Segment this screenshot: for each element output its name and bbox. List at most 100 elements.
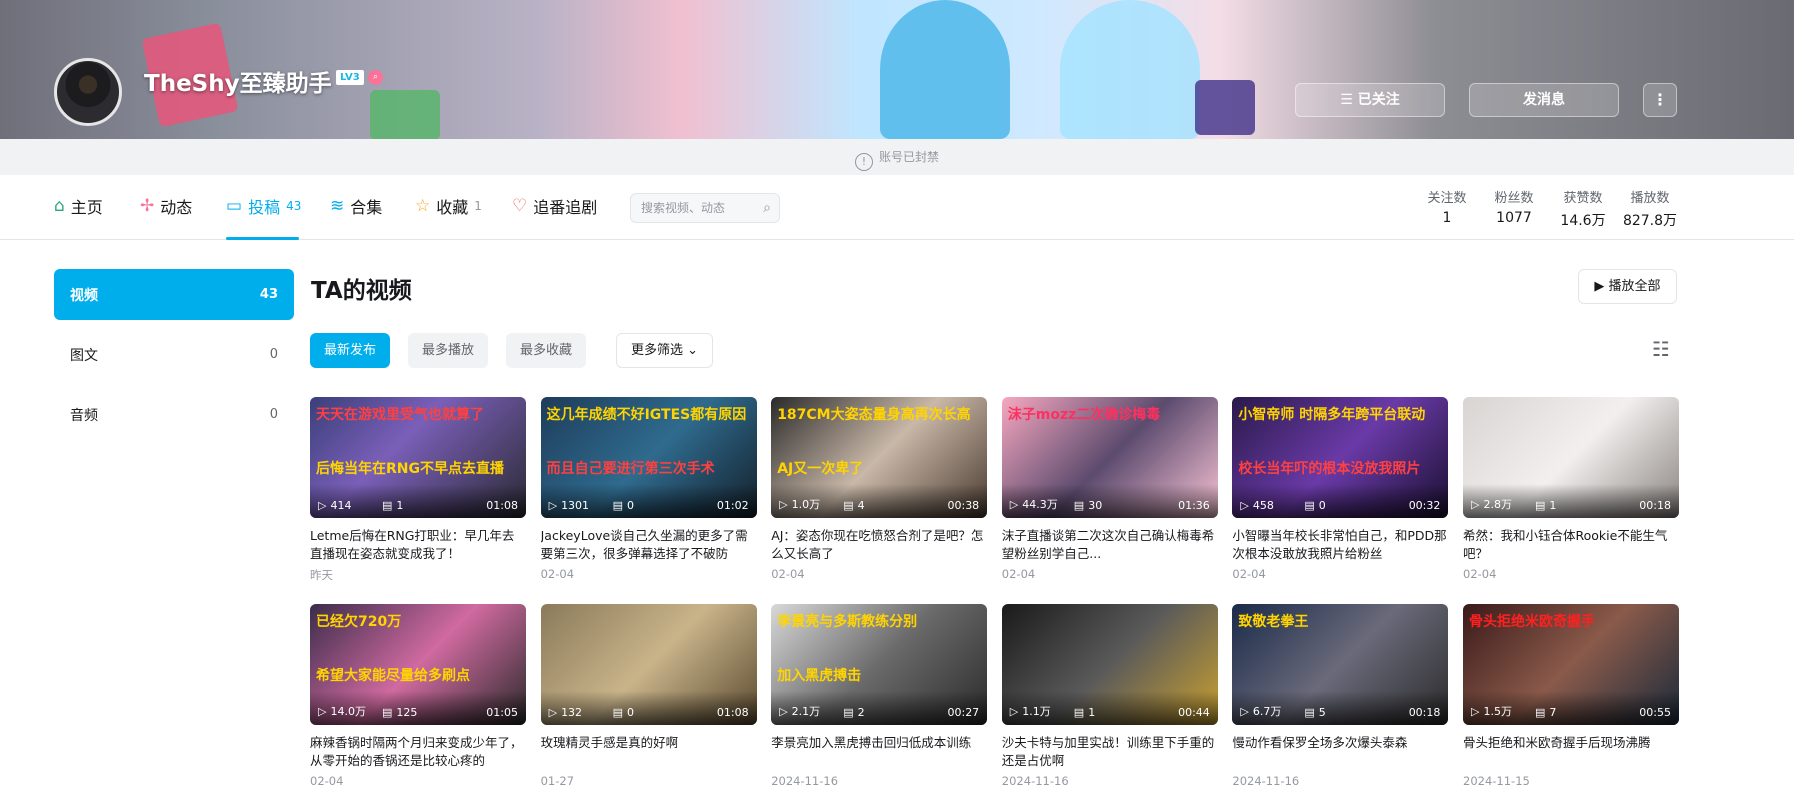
search-icon[interactable]: ⌕: [763, 194, 771, 222]
tab-favorites[interactable]: ☆ 收藏 1: [415, 195, 482, 217]
stat-following[interactable]: 关注数 1: [1424, 187, 1470, 226]
danmaku-count: ▤ 30: [1074, 499, 1102, 512]
search-input[interactable]: 搜索视频、动态 ⌕: [630, 193, 780, 223]
video-thumbnail[interactable]: 沫子mozz二次确诊梅毒 ▷ 44.3万 ▤ 30 01:36: [1001, 397, 1218, 518]
danmaku-count-value: 1: [396, 499, 404, 512]
duration: 00:55: [1639, 706, 1671, 719]
filter-most-played[interactable]: 最多播放: [408, 333, 489, 368]
danmaku-icon: ▤: [1073, 706, 1085, 719]
danmaku-icon: ▤: [1073, 499, 1085, 512]
play-count: ▷ 44.3万: [1010, 496, 1058, 512]
video-thumbnail[interactable]: ▷ 132 ▤ 0 01:08: [540, 604, 757, 725]
video-title[interactable]: 小智曝当年校长非常怕自己，和PDD那次根本没敢放我照片给粉丝: [1232, 527, 1448, 563]
content-type-sidebar: 视频 43 图文 0 音频 0: [54, 269, 294, 449]
video-title[interactable]: 麻辣香锅时隔两个月归来变成少年了，从零开始的香锅还是比较心疼的: [310, 734, 526, 770]
more-filters-dropdown[interactable]: 更多筛选 ⌄: [616, 333, 714, 368]
tab-collections[interactable]: ≋ 合集: [330, 195, 382, 217]
duration: 01:02: [716, 499, 749, 512]
avatar[interactable]: [54, 58, 122, 126]
video-title[interactable]: AJ：姿态你现在吃愤怒合剂了是吧？怎么又长高了: [771, 527, 987, 563]
video-title[interactable]: 玫瑰精灵手感是真的好啊: [541, 734, 757, 770]
video-thumbnail[interactable]: 李景亮与多斯教练分别 加入黑虎搏击 ▷ 2.1万 ▤ 2 00:27: [771, 604, 988, 725]
duration: 01:05: [486, 706, 518, 719]
profile-nav: ⌂ 主页 ✢ 动态 ▭ 投稿 43 ≋ 合集 ☆ 收藏 1 ♡ 追番追剧 搜索视…: [0, 175, 1794, 240]
video-title[interactable]: 李景亮加入黑虎搏击回归低成本训练: [771, 734, 987, 770]
anime-character-art: [1060, 0, 1200, 139]
danmaku-icon: ▤: [382, 499, 393, 512]
video-card[interactable]: 沫子mozz二次确诊梅毒 ▷ 44.3万 ▤ 30 01:36 沫子直播谈第二次这次…: [1001, 397, 1218, 581]
play-all-button[interactable]: ▶ 播放全部: [1578, 269, 1677, 304]
video-title[interactable]: JackeyLove谈自己久坐漏的更多了需要第三次，很多弹幕选择了不破防: [541, 527, 757, 563]
stat-value: 827.8万: [1622, 213, 1678, 229]
video-title[interactable]: 骨头拒绝和米欧奇握手后现场沸腾: [1463, 734, 1679, 770]
sidebar-item-article[interactable]: 图文 0: [54, 329, 294, 380]
thumbnail-caption: 沫子mozz二次确诊梅毒: [1007, 407, 1161, 423]
danmaku-count: ▤ 125: [382, 706, 417, 719]
video-date: 02-04: [540, 567, 575, 581]
video-card[interactable]: 致敬老拳王 ▷ 6.7万 ▤ 5 00:18 慢动作看保罗全场多次爆头泰森 2024…: [1232, 604, 1449, 788]
filter-latest[interactable]: 最新发布: [310, 333, 391, 368]
video-card[interactable]: ▷ 1.1万 ▤ 1 00:44 沙夫卡特与加里实战！训练里下手重的还是占优啊 20…: [1001, 604, 1218, 788]
video-title[interactable]: 沙夫卡特与加里实战！训练里下手重的还是占优啊: [1002, 734, 1218, 770]
stat-likes: 获赞数 14.6万: [1560, 187, 1606, 230]
video-thumbnail[interactable]: 天天在游戏里受气也就算了 后悔当年在RNG不早点去直播 ▷ 414 ▤ 1 01:0…: [310, 397, 526, 518]
video-thumbnail[interactable]: 187CM大姿态量身高再次长高 AJ又一次卑了 ▷ 1.0万 ▤ 4 00:38: [771, 397, 988, 518]
video-title[interactable]: 慢动作看保罗全场多次爆头泰森: [1232, 734, 1448, 770]
video-date: 2024-11-16: [771, 774, 839, 788]
video-thumbnail[interactable]: 致敬老拳王 ▷ 6.7万 ▤ 5 00:18: [1232, 604, 1449, 725]
video-card[interactable]: ▷ 2.8万 ▤ 1 00:18 希然：我和小钰合体Rookie不能生气吧？ 02-…: [1463, 397, 1679, 581]
danmaku-count: ▤ 0: [1304, 499, 1325, 512]
stat-fans[interactable]: 粉丝数 1077: [1491, 187, 1537, 226]
video-thumbnail[interactable]: 骨头拒绝米欧奇握手 ▷ 1.5万 ▤ 7 00:55: [1463, 604, 1679, 725]
vip-icon: ⌕: [368, 70, 383, 85]
video-date: 02-04: [1232, 567, 1266, 581]
filter-most-favorited[interactable]: 最多收藏: [506, 333, 587, 368]
play-icon: ▷: [779, 704, 788, 718]
video-title[interactable]: 希然：我和小钰合体Rookie不能生气吧？: [1463, 527, 1679, 563]
video-title[interactable]: Letme后悔在RNG打职业：早几年去直播现在姿态就变成我了！: [310, 527, 526, 563]
video-card[interactable]: 骨头拒绝米欧奇握手 ▷ 1.5万 ▤ 7 00:55 骨头拒绝和米欧奇握手后现场沸腾…: [1463, 604, 1679, 788]
video-card[interactable]: 小智帝师 时隔多年跨平台联动 校长当年吓的根本没放我照片 ▷ 458 ▤ 0 00:…: [1232, 397, 1449, 581]
danmaku-count-value: 0: [1318, 499, 1326, 512]
stat-label: 关注数: [1427, 191, 1467, 206]
sidebar-item-count: 0: [269, 407, 278, 422]
video-thumbnail[interactable]: 这几年成绩不好IGTES都有原因 而且自己要进行第三次手术 ▷ 1301 ▤ 0 0…: [540, 397, 757, 518]
search-placeholder: 搜索视频、动态: [641, 201, 726, 215]
play-count-value: 1301: [561, 499, 590, 512]
video-card[interactable]: ▷ 132 ▤ 0 01:08 玫瑰精灵手感是真的好啊 01-27: [540, 604, 757, 788]
video-title[interactable]: 沫子直播谈第二次这次自己确认梅毒希望粉丝别学自己...: [1002, 527, 1218, 563]
video-thumbnail[interactable]: ▷ 2.8万 ▤ 1 00:18: [1463, 397, 1679, 518]
sidebar-item-video[interactable]: 视频 43: [54, 269, 294, 320]
video-card[interactable]: 李景亮与多斯教练分别 加入黑虎搏击 ▷ 2.1万 ▤ 2 00:27 李景亮加入黑虎…: [771, 604, 988, 788]
heart-icon: ♡: [512, 196, 528, 216]
tab-bangumi[interactable]: ♡ 追番追剧: [512, 195, 597, 217]
followed-button[interactable]: ☰ 已关注: [1295, 83, 1445, 117]
list-view-icon[interactable]: ☷: [1652, 338, 1674, 360]
tab-dynamic[interactable]: ✢ 动态: [140, 195, 192, 217]
duration: 00:44: [1178, 706, 1210, 719]
thumbnail-caption: 小智帝师 时隔多年跨平台联动: [1238, 407, 1426, 423]
video-card[interactable]: 187CM大姿态量身高再次长高 AJ又一次卑了 ▷ 1.0万 ▤ 4 00:38 A…: [771, 397, 988, 581]
gift-box-decoration: [1195, 80, 1255, 135]
play-count: ▷ 1.5万: [1471, 703, 1512, 719]
more-options-button[interactable]: ⋮: [1643, 83, 1677, 117]
sidebar-item-audio[interactable]: 音频 0: [54, 389, 294, 440]
stat-value: 14.6万: [1560, 213, 1606, 229]
video-card[interactable]: 天天在游戏里受气也就算了 后悔当年在RNG不早点去直播 ▷ 414 ▤ 1 01:0…: [310, 397, 526, 583]
video-card[interactable]: 已经欠720万 希望大家能尽量给多刷点 ▷ 14.0万 ▤ 125 01:05 麻辣…: [310, 604, 526, 788]
play-count-value: 1.5万: [1483, 705, 1512, 718]
tab-home[interactable]: ⌂ 主页: [54, 195, 103, 217]
play-count: ▷ 14.0万: [318, 703, 366, 719]
send-message-button[interactable]: 发消息: [1469, 83, 1619, 117]
play-count-value: 2.1万: [791, 705, 821, 718]
gift-box-decoration: [370, 90, 440, 139]
tab-uploads[interactable]: ▭ 投稿 43: [226, 195, 301, 217]
play-count: ▷ 1301: [549, 499, 589, 512]
video-thumbnail[interactable]: ▷ 1.1万 ▤ 1 00:44: [1001, 604, 1218, 725]
thumbnail-caption: 致敬老拳王: [1238, 614, 1309, 630]
video-thumbnail[interactable]: 已经欠720万 希望大家能尽量给多刷点 ▷ 14.0万 ▤ 125 01:05: [310, 604, 526, 725]
stat-value: 1077: [1496, 210, 1532, 226]
video-card[interactable]: 这几年成绩不好IGTES都有原因 而且自己要进行第三次手术 ▷ 1301 ▤ 0 0…: [540, 397, 757, 581]
danmaku-count-value: 4: [857, 499, 865, 512]
video-thumbnail[interactable]: 小智帝师 时隔多年跨平台联动 校长当年吓的根本没放我照片 ▷ 458 ▤ 0 00:…: [1232, 397, 1449, 518]
